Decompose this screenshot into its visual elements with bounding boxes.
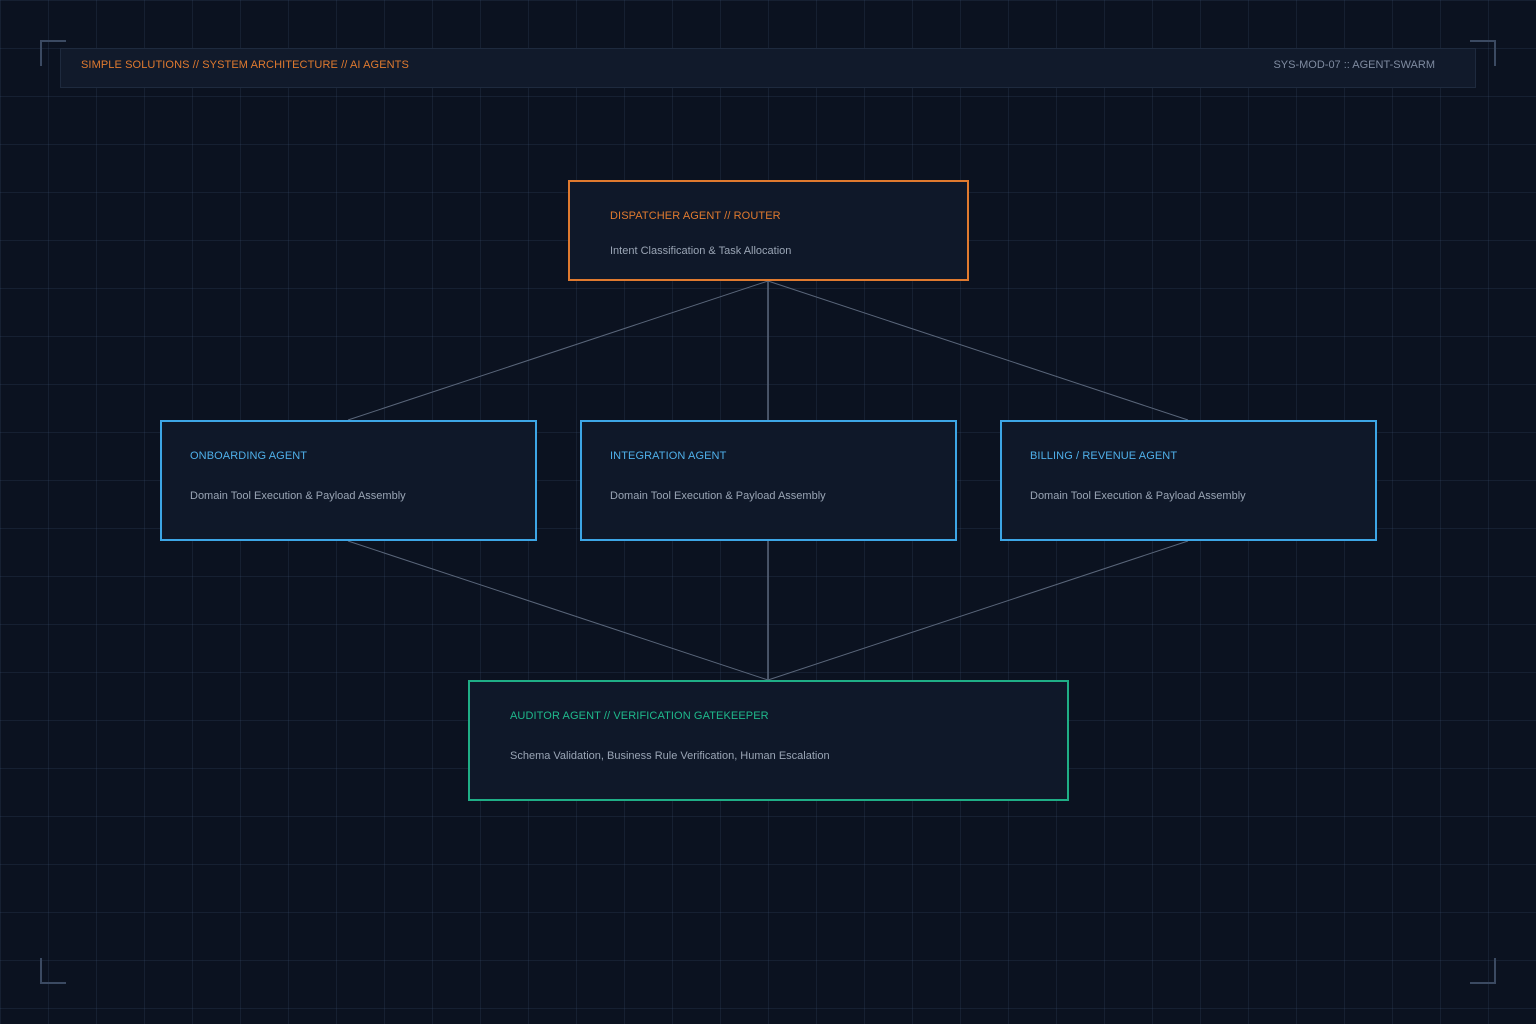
dispatcher-agent-title: DISPATCHER AGENT // ROUTER bbox=[610, 210, 781, 222]
integration-agent-description: Domain Tool Execution & Payload Assembly bbox=[610, 490, 826, 502]
connector-dispatcher-billing bbox=[767, 280, 1189, 421]
onboarding-agent-description: Domain Tool Execution & Payload Assembly bbox=[190, 490, 406, 502]
onboarding-agent-node: ONBOARDING AGENT Domain Tool Execution &… bbox=[160, 420, 537, 541]
billing-agent-node: BILLING / REVENUE AGENT Domain Tool Exec… bbox=[1000, 420, 1377, 541]
billing-agent-title: BILLING / REVENUE AGENT bbox=[1030, 450, 1178, 462]
integration-agent-node: INTEGRATION AGENT Domain Tool Execution … bbox=[580, 420, 957, 541]
auditor-agent-description: Schema Validation, Business Rule Verific… bbox=[510, 750, 830, 762]
auditor-agent-title: AUDITOR AGENT // VERIFICATION GATEKEEPER bbox=[510, 710, 769, 722]
onboarding-agent-title: ONBOARDING AGENT bbox=[190, 450, 308, 462]
dispatcher-agent-node: DISPATCHER AGENT // ROUTER Intent Classi… bbox=[568, 180, 969, 281]
billing-agent-description: Domain Tool Execution & Payload Assembly bbox=[1030, 490, 1246, 502]
connector-billing-auditor bbox=[767, 540, 1189, 681]
auditor-agent-node: AUDITOR AGENT // VERIFICATION GATEKEEPER… bbox=[468, 680, 1069, 801]
connector-dispatcher-onboarding bbox=[347, 280, 769, 421]
connector-onboarding-auditor bbox=[347, 540, 769, 681]
dispatcher-agent-description: Intent Classification & Task Allocation bbox=[610, 245, 792, 257]
integration-agent-title: INTEGRATION AGENT bbox=[610, 450, 727, 462]
